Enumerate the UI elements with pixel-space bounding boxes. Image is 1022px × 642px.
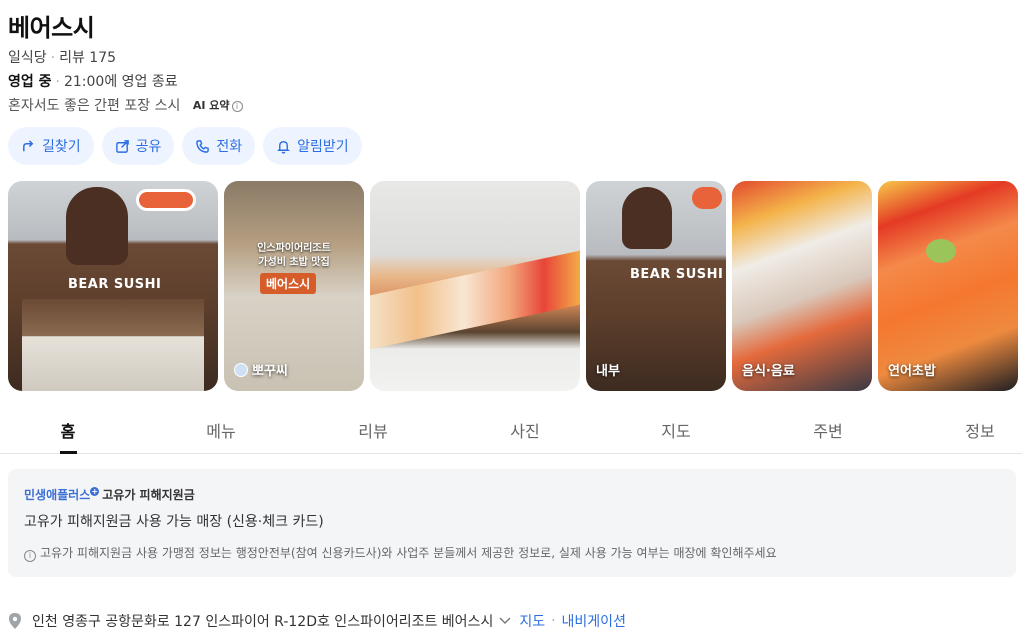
notice-body: 고유가 피해지원금 사용 가능 매장 (신용·체크 카드) (24, 514, 324, 530)
share-button[interactable]: 공유 (101, 127, 175, 165)
separator-dot: · (551, 613, 556, 629)
business-hours[interactable]: 영업 중 · 21:00에 영업 종료 (8, 71, 178, 91)
navigation-link[interactable]: 내비게이션 (562, 611, 626, 631)
ai-badge-label: AI 요약 (192, 99, 230, 112)
photo-video-poccusi[interactable]: 인스파이어리조트 가성비 초밥 맛집 베어스시 뽀꾸씨 (224, 181, 364, 391)
notice-brand: 민생애플러스 (24, 488, 91, 502)
caption-text: 내부 (596, 364, 620, 379)
video-overlay-tag: 베어스시 (260, 273, 317, 294)
notify-button[interactable]: 알림받기 (263, 127, 362, 165)
tab-photos[interactable]: 사진 (510, 418, 539, 442)
bear-statue (622, 187, 672, 249)
tab-bar: 홈 메뉴 리뷰 사진 지도 주변 정보 (0, 405, 1022, 454)
tab-map[interactable]: 지도 (661, 418, 690, 442)
tab-nearby[interactable]: 주변 (813, 418, 842, 442)
address-row: 인천 영종구 공항문화로 127 인스파이어 R-12D호 인스파이어리조트 베… (8, 611, 626, 631)
video-overlay-line1: 인스파이어리조트 (257, 243, 331, 254)
summary-text: 혼자서도 좋은 간편 포장 스시 (8, 98, 181, 114)
call-button[interactable]: 전화 (182, 127, 256, 165)
sushi-row (370, 248, 580, 352)
notice-header: 민생애플러스+ 고유가 피해지원금 (24, 486, 195, 503)
separator-dot: · (50, 50, 56, 66)
store-sign: BEAR SUSHI (68, 277, 162, 292)
separator-dot: · (55, 74, 60, 90)
review-count-link[interactable]: 리뷰 175 (59, 50, 116, 66)
directions-icon (23, 139, 34, 151)
store-counter (22, 299, 204, 391)
notify-label: 알림받기 (297, 139, 349, 155)
photo-interior[interactable]: BEAR SUSHI 내부 (586, 181, 726, 391)
share-label: 공유 (135, 139, 162, 155)
salmon-garnish (926, 239, 956, 263)
notice-footer-text: 고유가 피해지원금 사용 가맹점 정보는 행정안전부(참여 신용카드사)와 사업… (40, 546, 777, 560)
photo-sushi-plate[interactable] (370, 181, 580, 391)
directions-label: 길찾기 (42, 139, 81, 155)
action-buttons: 길찾기 공유 전화 알림받기 (8, 127, 362, 165)
bear-statue (66, 187, 128, 265)
photo-caption: 연어초밥 (888, 360, 936, 379)
ai-summary-badge[interactable]: AI 요약 i (193, 97, 243, 113)
share-icon (115, 139, 129, 153)
sushi-prop (692, 187, 722, 209)
info-icon: i (24, 550, 36, 562)
caption-text: 음식·음료 (742, 364, 795, 379)
video-overlay-line2: 가성비 초밥 맛집 (258, 257, 330, 268)
photo-caption: 음식·음료 (742, 360, 795, 379)
place-meta: 일식당 · 리뷰 175 (8, 47, 116, 67)
tab-info[interactable]: 정보 (965, 418, 994, 442)
caption-text: 연어초밥 (888, 364, 936, 379)
ai-summary: 혼자서도 좋은 간편 포장 스시 AI 요약 i (8, 95, 243, 115)
user-avatar-icon (234, 362, 248, 377)
caption-text: 뽀꾸씨 (252, 364, 288, 379)
call-label: 전화 (216, 139, 243, 155)
tab-menu[interactable]: 메뉴 (206, 418, 235, 442)
phone-icon (196, 139, 210, 153)
sushi-prop (136, 189, 196, 211)
active-tab-indicator (60, 451, 77, 454)
closing-time: 21:00에 영업 종료 (63, 74, 178, 90)
chevron-down-icon[interactable] (499, 615, 511, 628)
store-sign: BEAR SUSHI (630, 267, 724, 282)
notice-title: 고유가 피해지원금 (102, 488, 195, 502)
directions-button[interactable]: 길찾기 (8, 127, 94, 165)
place-title: 베어스시 (8, 14, 95, 42)
subsidy-notice: 민생애플러스+ 고유가 피해지원금 고유가 피해지원금 사용 가능 매장 (신용·… (8, 469, 1016, 577)
notice-footer: i 고유가 피해지원금 사용 가맹점 정보는 행정안전부(참여 신용카드사)와 사… (24, 544, 777, 562)
tab-home[interactable]: 홈 (61, 418, 76, 442)
photo-storefront[interactable]: BEAR SUSHI (8, 181, 218, 391)
address-text[interactable]: 인천 영종구 공항문화로 127 인스파이어 R-12D호 인스파이어리조트 베… (32, 611, 493, 631)
photo-caption: 뽀꾸씨 (234, 360, 288, 379)
location-pin-icon (9, 613, 21, 629)
map-link[interactable]: 지도 (519, 611, 545, 631)
open-status: 영업 중 (8, 74, 52, 90)
category-label: 일식당 (8, 50, 47, 66)
bell-icon (277, 140, 291, 154)
photo-food-drink[interactable]: 음식·음료 (732, 181, 872, 391)
plus-icon: + (90, 487, 100, 496)
tab-reviews[interactable]: 리뷰 (358, 418, 387, 442)
info-icon[interactable]: i (231, 101, 243, 112)
photo-salmon-sushi[interactable]: 연어초밥 (878, 181, 1018, 391)
photo-caption: 내부 (596, 360, 620, 379)
